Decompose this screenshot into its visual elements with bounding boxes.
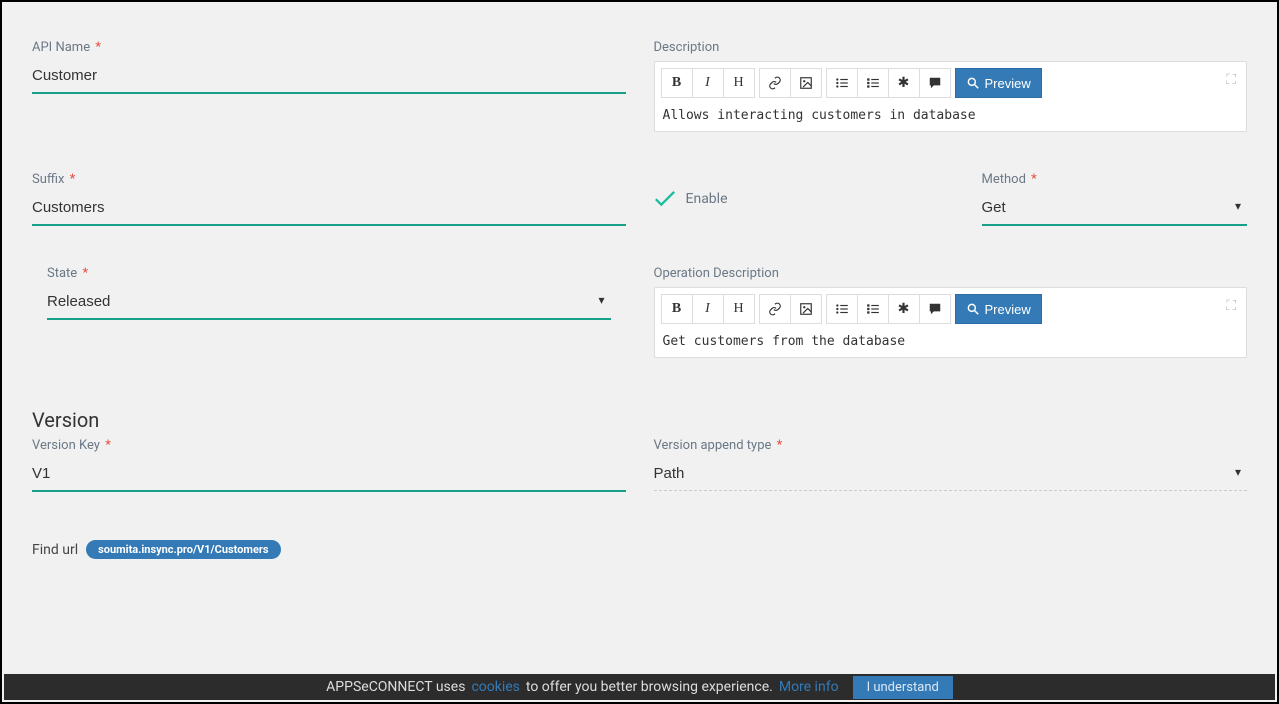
description-content[interactable]: Allows interacting customers in database bbox=[661, 102, 1241, 125]
form-container: API Name * Description ⛶ B I H bbox=[2, 2, 1277, 579]
link-icon bbox=[768, 302, 782, 316]
ol-button[interactable] bbox=[857, 68, 889, 98]
version-append-field: Version append type * Path bbox=[654, 438, 1248, 492]
image-icon bbox=[799, 76, 813, 90]
comment-button[interactable] bbox=[919, 294, 951, 324]
image-button[interactable] bbox=[790, 68, 822, 98]
italic-button[interactable]: I bbox=[692, 68, 724, 98]
link-icon bbox=[768, 76, 782, 90]
suffix-label: Suffix * bbox=[32, 172, 626, 187]
list-ul-icon bbox=[835, 76, 849, 90]
comment-icon bbox=[928, 302, 942, 316]
description-toolbar: B I H bbox=[661, 68, 1241, 98]
enable-label: Enable bbox=[686, 191, 728, 207]
search-icon bbox=[966, 76, 980, 90]
suffix-field: Suffix * bbox=[32, 172, 626, 226]
ol-button[interactable] bbox=[857, 294, 889, 324]
cookie-text-pre: APPSeCONNECT uses bbox=[326, 679, 465, 695]
version-append-label: Version append type * bbox=[654, 438, 1248, 453]
ul-button[interactable] bbox=[826, 294, 858, 324]
more-info-link[interactable]: More info bbox=[779, 679, 839, 695]
url-pill[interactable]: soumita.insync.pro/V1/Customers bbox=[86, 540, 280, 559]
version-key-label: Version Key * bbox=[32, 438, 626, 453]
cookie-bar: APPSeCONNECT uses cookies to offer you b… bbox=[4, 674, 1275, 700]
image-icon bbox=[799, 302, 813, 316]
asterisk-button[interactable]: ✱ bbox=[888, 68, 920, 98]
cookies-link[interactable]: cookies bbox=[471, 679, 519, 695]
version-key-field: Version Key * bbox=[32, 438, 626, 492]
comment-icon bbox=[928, 76, 942, 90]
api-name-input[interactable] bbox=[32, 61, 626, 94]
enable-method-row: Enable Method * Get bbox=[654, 172, 1248, 226]
i-understand-button[interactable]: I understand bbox=[853, 676, 953, 699]
description-field: Description ⛶ B I H bbox=[654, 40, 1248, 132]
method-field: Method * Get bbox=[982, 172, 1248, 226]
cookie-text-post: to offer you better browsing experience. bbox=[526, 679, 773, 695]
version-title: Version bbox=[32, 408, 1247, 432]
state-field: State * Released bbox=[32, 266, 626, 358]
italic-button[interactable]: I bbox=[692, 294, 724, 324]
asterisk-button[interactable]: ✱ bbox=[888, 294, 920, 324]
version-section: Version Version Key * Version append typ… bbox=[32, 398, 1247, 559]
description-label: Description bbox=[654, 40, 1248, 55]
link-button[interactable] bbox=[759, 68, 791, 98]
list-ol-icon bbox=[866, 302, 880, 316]
description-editor: ⛶ B I H bbox=[654, 61, 1248, 132]
method-select[interactable]: Get bbox=[982, 193, 1248, 226]
api-name-field: API Name * bbox=[32, 40, 626, 132]
preview-button[interactable]: Preview bbox=[955, 294, 1042, 324]
op-description-field: Operation Description ⛶ B I H bbox=[654, 266, 1248, 358]
preview-button[interactable]: Preview bbox=[955, 68, 1042, 98]
heading-button[interactable]: H bbox=[723, 68, 755, 98]
op-description-content[interactable]: Get customers from the database bbox=[661, 328, 1241, 351]
version-append-select[interactable]: Path bbox=[654, 459, 1248, 491]
find-url-row: Find url soumita.insync.pro/V1/Customers bbox=[32, 540, 1247, 559]
enable-toggle[interactable]: Enable bbox=[654, 190, 954, 208]
find-url-label: Find url bbox=[32, 542, 78, 558]
link-button[interactable] bbox=[759, 294, 791, 324]
list-ol-icon bbox=[866, 76, 880, 90]
suffix-input[interactable] bbox=[32, 193, 626, 226]
fullscreen-icon[interactable]: ⛶ bbox=[1226, 72, 1236, 88]
check-icon bbox=[654, 190, 676, 208]
list-ul-icon bbox=[835, 302, 849, 316]
bold-button[interactable]: B bbox=[661, 68, 693, 98]
search-icon bbox=[966, 302, 980, 316]
fullscreen-icon[interactable]: ⛶ bbox=[1226, 298, 1236, 314]
op-description-editor: ⛶ B I H bbox=[654, 287, 1248, 358]
state-label: State * bbox=[47, 266, 611, 281]
heading-button[interactable]: H bbox=[723, 294, 755, 324]
state-select[interactable]: Released bbox=[47, 287, 611, 320]
ul-button[interactable] bbox=[826, 68, 858, 98]
op-description-toolbar: B I H bbox=[661, 294, 1241, 324]
api-name-label: API Name * bbox=[32, 40, 626, 55]
op-description-label: Operation Description bbox=[654, 266, 1248, 281]
method-label: Method * bbox=[982, 172, 1248, 187]
version-key-input[interactable] bbox=[32, 459, 626, 492]
image-button[interactable] bbox=[790, 294, 822, 324]
bold-button[interactable]: B bbox=[661, 294, 693, 324]
comment-button[interactable] bbox=[919, 68, 951, 98]
